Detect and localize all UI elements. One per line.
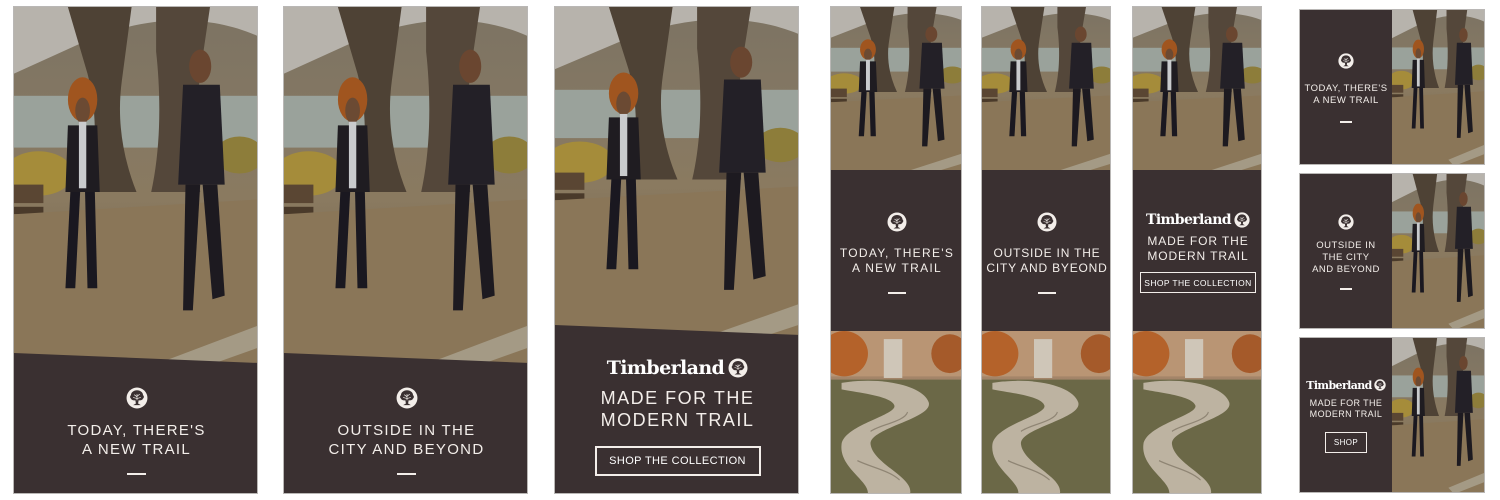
headline: TODAY, THERE'S A NEW TRAIL <box>67 421 206 458</box>
banner-r2[interactable]: OUTSIDE IN THE CITY AND BEYOND <box>1299 173 1485 329</box>
headline: TODAY, THERE'S A NEW TRAIL <box>1304 83 1388 107</box>
walkers-photo <box>284 7 527 377</box>
walkers-photo <box>1133 7 1261 177</box>
pathway-photo <box>1133 331 1261 493</box>
banner-r3[interactable]: Timberland MADE FOR THE MODERN TRAIL SHO… <box>1299 337 1485 493</box>
headline: OUTSIDE IN THE CITY AND BYEOND <box>986 245 1108 275</box>
walkers-photo <box>1392 174 1484 328</box>
walkers-photo <box>14 7 257 377</box>
brand-logo: Timberland <box>1146 212 1250 228</box>
brand-logo: Timberland <box>607 357 748 379</box>
brand-wordmark: Timberland <box>1306 378 1372 392</box>
banner-s2[interactable]: OUTSIDE IN THE CITY AND BYEOND <box>981 6 1111 494</box>
walkers-photo <box>555 7 798 352</box>
brand-wordmark: Timberland <box>1146 212 1232 228</box>
walkers-photo <box>1392 338 1484 492</box>
copy-panel: TODAY, THERE'S A NEW TRAIL <box>831 170 961 335</box>
divider <box>1340 121 1352 123</box>
copy-panel: Timberland MADE FOR THE MODERN TRAIL SHO… <box>1300 338 1392 492</box>
headline: OUTSIDE IN THE CITY AND BEYOND <box>328 421 485 458</box>
divider <box>888 291 906 294</box>
timberland-tree-icon <box>1338 214 1354 230</box>
headline: TODAY, THERE'S A NEW TRAIL <box>839 245 955 275</box>
copy-panel: OUTSIDE IN THE CITY AND BEYOND <box>1300 174 1392 328</box>
headline: OUTSIDE IN THE CITY AND BEYOND <box>1312 240 1380 276</box>
timberland-tree-icon <box>126 387 148 409</box>
walkers-photo <box>831 7 961 177</box>
timberland-tree-icon <box>887 212 907 232</box>
copy-panel: OUTSIDE IN THE CITY AND BYEOND <box>982 170 1110 335</box>
copy-panel: OUTSIDE IN THE CITY AND BEYOND <box>284 353 527 493</box>
copy-panel: Timberland MADE FOR THE MODERN TRAIL SHO… <box>1133 170 1261 335</box>
copy-panel: TODAY, THERE'S A NEW TRAIL <box>14 353 257 493</box>
banner-s1[interactable]: TODAY, THERE'S A NEW TRAIL <box>830 6 962 494</box>
walkers-photo <box>1392 10 1484 164</box>
timberland-tree-icon <box>1374 379 1386 391</box>
timberland-tree-icon <box>396 387 418 409</box>
shop-button[interactable]: SHOP <box>1325 432 1367 454</box>
banner-b2[interactable]: OUTSIDE IN THE CITY AND BEYOND <box>283 6 528 494</box>
banner-b1[interactable]: TODAY, THERE'S A NEW TRAIL <box>13 6 258 494</box>
brand-logo: Timberland <box>1306 379 1385 392</box>
timberland-tree-icon <box>1338 53 1354 69</box>
banner-r1[interactable]: TODAY, THERE'S A NEW TRAIL <box>1299 9 1485 165</box>
headline: MADE FOR THE MODERN TRAIL <box>600 387 755 431</box>
divider <box>1038 291 1056 294</box>
banner-b3[interactable]: Timberland MADE FOR THE MODERN TRAIL SHO… <box>554 6 799 494</box>
banner-s3[interactable]: Timberland MADE FOR THE MODERN TRAIL SHO… <box>1132 6 1262 494</box>
divider <box>1340 288 1352 290</box>
shop-collection-button[interactable]: SHOP THE COLLECTION <box>594 445 761 476</box>
headline: MADE FOR THE MODERN TRAIL <box>1147 234 1249 263</box>
pathway-photo <box>831 331 961 493</box>
timberland-tree-icon <box>728 358 748 378</box>
pathway-photo <box>982 331 1110 493</box>
headline: MADE FOR THE MODERN TRAIL <box>1309 397 1383 419</box>
copy-panel: Timberland MADE FOR THE MODERN TRAIL SHO… <box>555 325 798 493</box>
timberland-tree-icon <box>1234 212 1250 228</box>
walkers-photo <box>982 7 1110 177</box>
divider <box>397 473 416 476</box>
shop-collection-button[interactable]: SHOP THE COLLECTION <box>1140 272 1256 293</box>
divider <box>127 473 146 476</box>
timberland-tree-icon <box>1037 212 1057 232</box>
copy-panel: TODAY, THERE'S A NEW TRAIL <box>1300 10 1392 164</box>
brand-wordmark: Timberland <box>606 356 725 379</box>
